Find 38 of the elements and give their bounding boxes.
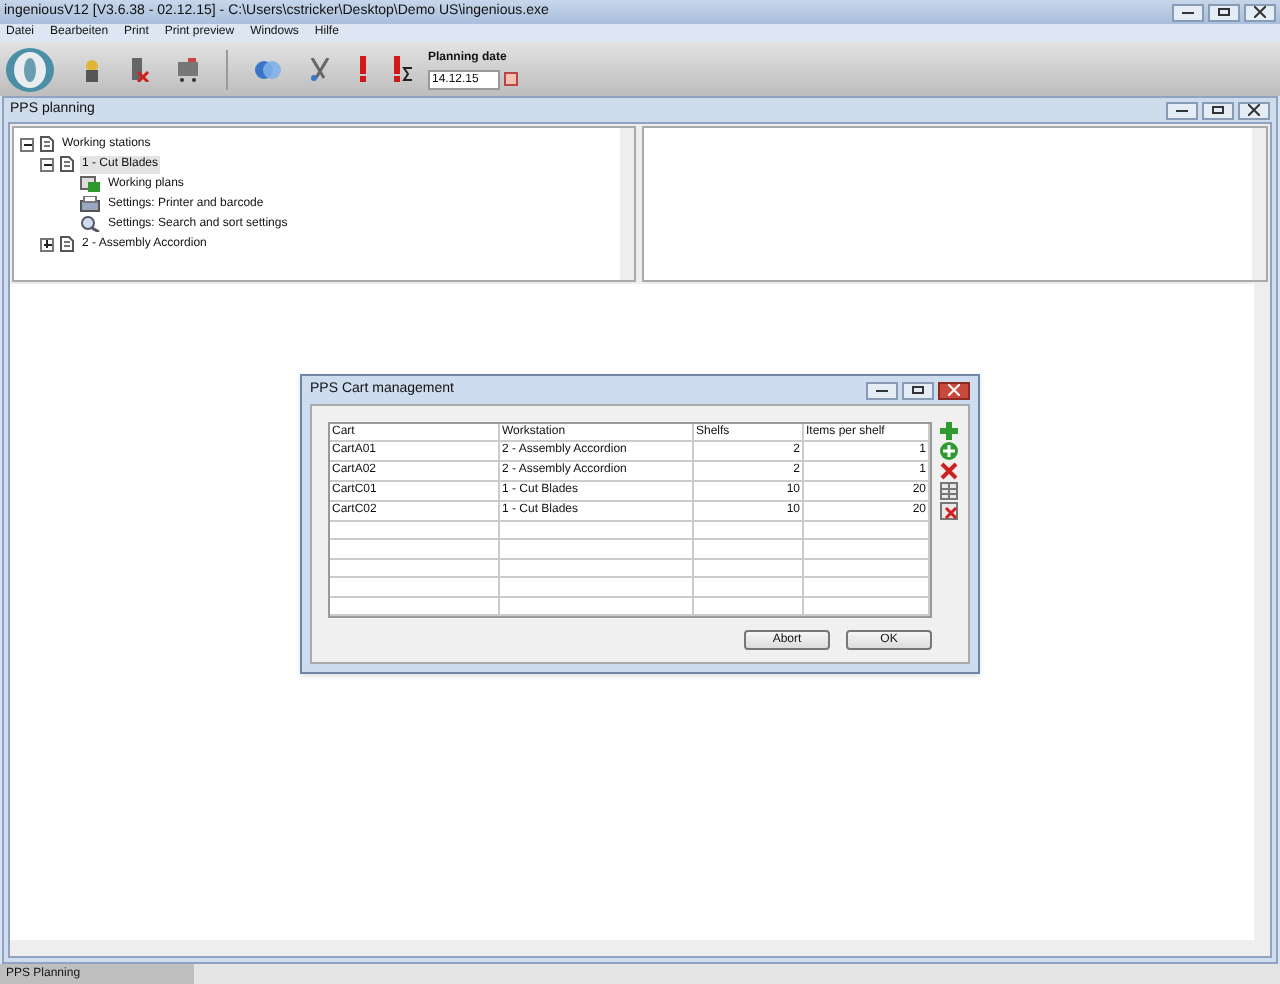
vertical-scrollbar[interactable] — [1254, 284, 1270, 956]
minimize-button[interactable] — [1166, 101, 1198, 119]
plan-icon — [80, 176, 100, 192]
horizontal-scrollbar[interactable] — [10, 940, 1254, 956]
printer-icon — [80, 196, 100, 212]
add-icon[interactable] — [940, 442, 958, 460]
grid-delete-icon[interactable] — [940, 502, 958, 520]
close-button[interactable] — [938, 381, 970, 399]
restore-button[interactable] — [902, 381, 934, 399]
calendar-icon[interactable] — [504, 72, 518, 86]
minimize-button[interactable] — [1172, 3, 1204, 21]
document-icon — [60, 236, 74, 252]
scrollbar[interactable] — [1252, 128, 1266, 280]
exclamation-sum-icon[interactable] — [394, 56, 414, 82]
expand-toggle[interactable] — [40, 237, 54, 251]
close-button[interactable] — [1238, 101, 1270, 119]
collapse-toggle[interactable] — [40, 157, 54, 171]
scrollbar[interactable] — [620, 128, 634, 280]
document-icon — [60, 156, 74, 172]
exclamation-icon[interactable] — [358, 56, 368, 82]
scissors-icon[interactable] — [308, 57, 332, 81]
close-button[interactable] — [1244, 3, 1276, 21]
restore-button[interactable] — [1202, 101, 1234, 119]
magnifier-icon — [80, 216, 100, 232]
restore-button[interactable] — [1208, 3, 1240, 21]
rings-icon[interactable] — [254, 59, 282, 79]
grid-icon[interactable] — [940, 482, 958, 500]
add-icon[interactable] — [940, 422, 958, 440]
close-icon — [1248, 104, 1260, 116]
delete-icon[interactable] — [940, 462, 958, 480]
minimize-button[interactable] — [866, 381, 898, 399]
user-delete-icon[interactable] — [128, 57, 150, 81]
close-icon — [948, 384, 960, 396]
collapse-toggle[interactable] — [20, 137, 34, 151]
document-icon — [40, 136, 54, 152]
close-icon — [1254, 6, 1266, 18]
cart-icon[interactable] — [176, 57, 200, 81]
logo-icon — [4, 45, 56, 93]
